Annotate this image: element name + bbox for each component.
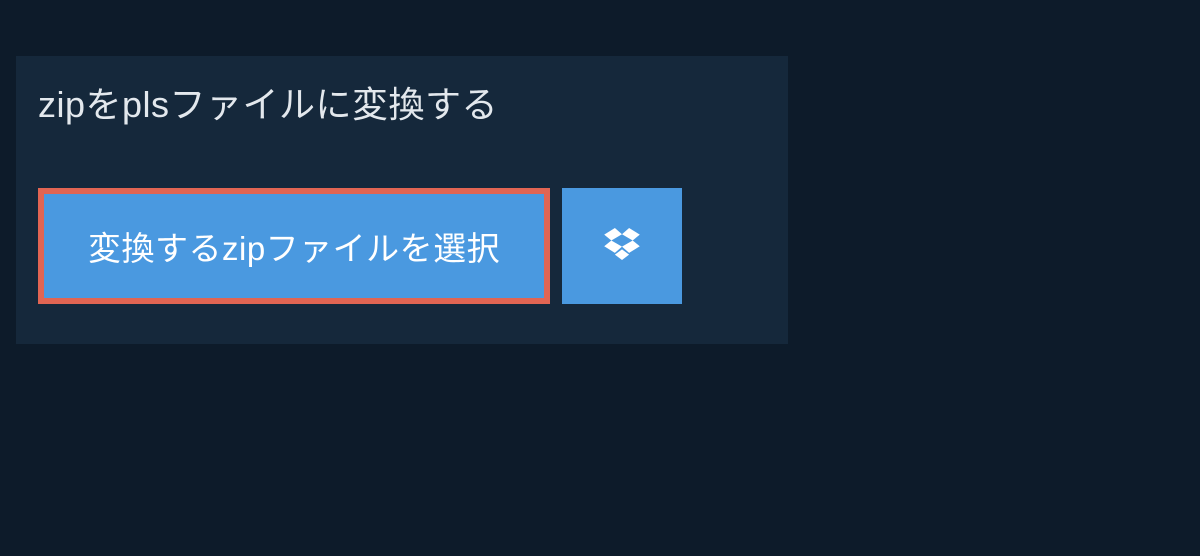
title-bar: zipをplsファイルに変換する (16, 56, 606, 148)
button-row: 変換するzipファイルを選択 (38, 188, 788, 304)
select-file-button[interactable]: 変換するzipファイルを選択 (38, 188, 550, 304)
converter-panel: zipをplsファイルに変換する 変換するzipファイルを選択 (16, 56, 788, 344)
dropbox-icon (604, 228, 640, 265)
page-title: zipをplsファイルに変換する (38, 76, 584, 128)
dropbox-button[interactable] (562, 188, 682, 304)
